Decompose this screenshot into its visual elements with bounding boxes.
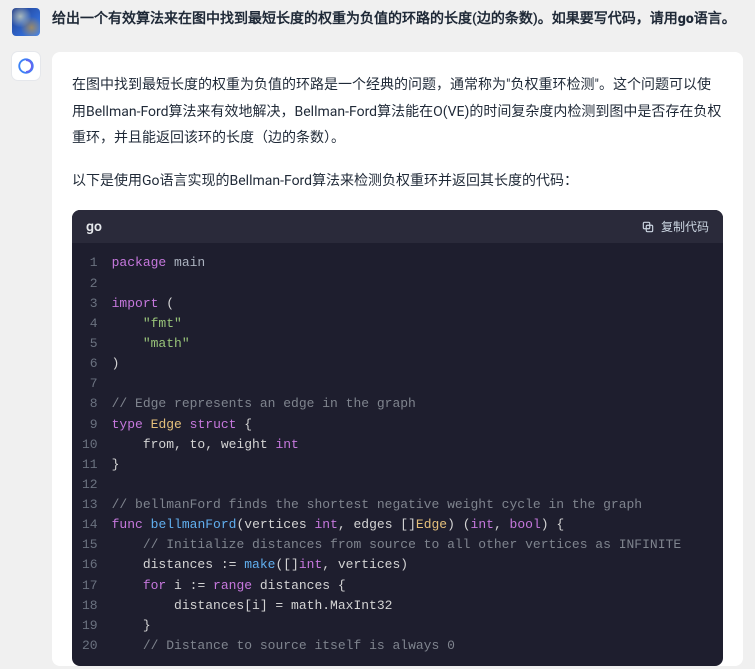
- user-message: 给出一个有效算法来在图中找到最短长度的权重为负值的环路的长度(边的条数)。如果要…: [52, 8, 736, 32]
- assistant-avatar: [12, 52, 40, 80]
- line-number: 8: [82, 394, 98, 414]
- user-text-prefix: 给出一个有效算法来在图中找到最短长度的权重为负值的环路的长度(边的条数)。如果要…: [52, 11, 678, 27]
- code-line: ): [112, 354, 682, 374]
- code-line: from, to, weight int: [112, 435, 682, 455]
- line-number: 19: [82, 616, 98, 636]
- code-line: for i := range distances {: [112, 576, 682, 596]
- copy-label: 复制代码: [661, 218, 709, 235]
- line-number: 1: [82, 253, 98, 273]
- line-number: 9: [82, 415, 98, 435]
- code-line: "fmt": [112, 314, 682, 334]
- code-line: distances := make([]int, vertices): [112, 555, 682, 575]
- code-body[interactable]: 1234567891011121314151617181920 package …: [72, 243, 723, 666]
- line-number: 18: [82, 596, 98, 616]
- assistant-paragraph-2: 以下是使用Go语言实现的Bellman-Ford算法来检测负权重环并返回其长度的…: [72, 168, 723, 195]
- line-number: 15: [82, 535, 98, 555]
- code-line: // Distance to source itself is always 0: [112, 636, 682, 656]
- code-header: go 复制代码: [72, 210, 723, 243]
- line-number: 12: [82, 475, 98, 495]
- line-number: 11: [82, 455, 98, 475]
- code-line: }: [112, 455, 682, 475]
- user-text-suffix: 语言。: [694, 11, 736, 27]
- user-avatar: [12, 8, 40, 36]
- code-line: // Initialize distances from source to a…: [112, 535, 682, 555]
- line-number: 10: [82, 435, 98, 455]
- line-number: 17: [82, 576, 98, 596]
- assistant-message-row: 在图中找到最短长度的权重为负值的环路是一个经典的问题，通常称为"负权重环检测"。…: [0, 52, 755, 666]
- assistant-paragraph-1: 在图中找到最短长度的权重为负值的环路是一个经典的问题，通常称为"负权重环检测"。…: [72, 72, 723, 152]
- line-number: 16: [82, 555, 98, 575]
- code-line: package main: [112, 253, 682, 273]
- code-line: import (: [112, 294, 682, 314]
- code-block: go 复制代码 1234567891011121314151617181920 …: [72, 210, 723, 666]
- line-number: 3: [82, 294, 98, 314]
- line-number: 5: [82, 334, 98, 354]
- code-lines: package main import ( "fmt" "math") // E…: [112, 253, 682, 656]
- line-number: 6: [82, 354, 98, 374]
- line-number: 13: [82, 495, 98, 515]
- assistant-logo-icon: [17, 57, 35, 75]
- copy-code-button[interactable]: 复制代码: [641, 218, 709, 235]
- line-number: 2: [82, 274, 98, 294]
- user-message-row: 给出一个有效算法来在图中找到最短长度的权重为负值的环路的长度(边的条数)。如果要…: [0, 8, 755, 52]
- code-line: // bellmanFord finds the shortest negati…: [112, 495, 682, 515]
- code-line: "math": [112, 334, 682, 354]
- code-line: [112, 374, 682, 394]
- line-number: 4: [82, 314, 98, 334]
- line-number: 20: [82, 636, 98, 656]
- line-number: 7: [82, 374, 98, 394]
- line-number: 14: [82, 515, 98, 535]
- code-line: type Edge struct {: [112, 415, 682, 435]
- code-line: [112, 475, 682, 495]
- copy-icon: [641, 220, 655, 234]
- code-line: // Edge represents an edge in the graph: [112, 394, 682, 414]
- code-line: [112, 274, 682, 294]
- code-gutter: 1234567891011121314151617181920: [72, 253, 112, 656]
- code-line: }: [112, 616, 682, 636]
- assistant-card: 在图中找到最短长度的权重为负值的环路是一个经典的问题，通常称为"负权重环检测"。…: [52, 52, 743, 666]
- user-text-bold: go: [678, 11, 694, 27]
- code-line: distances[i] = math.MaxInt32: [112, 596, 682, 616]
- code-line: func bellmanFord(vertices int, edges []E…: [112, 515, 682, 535]
- code-language-label: go: [86, 219, 102, 235]
